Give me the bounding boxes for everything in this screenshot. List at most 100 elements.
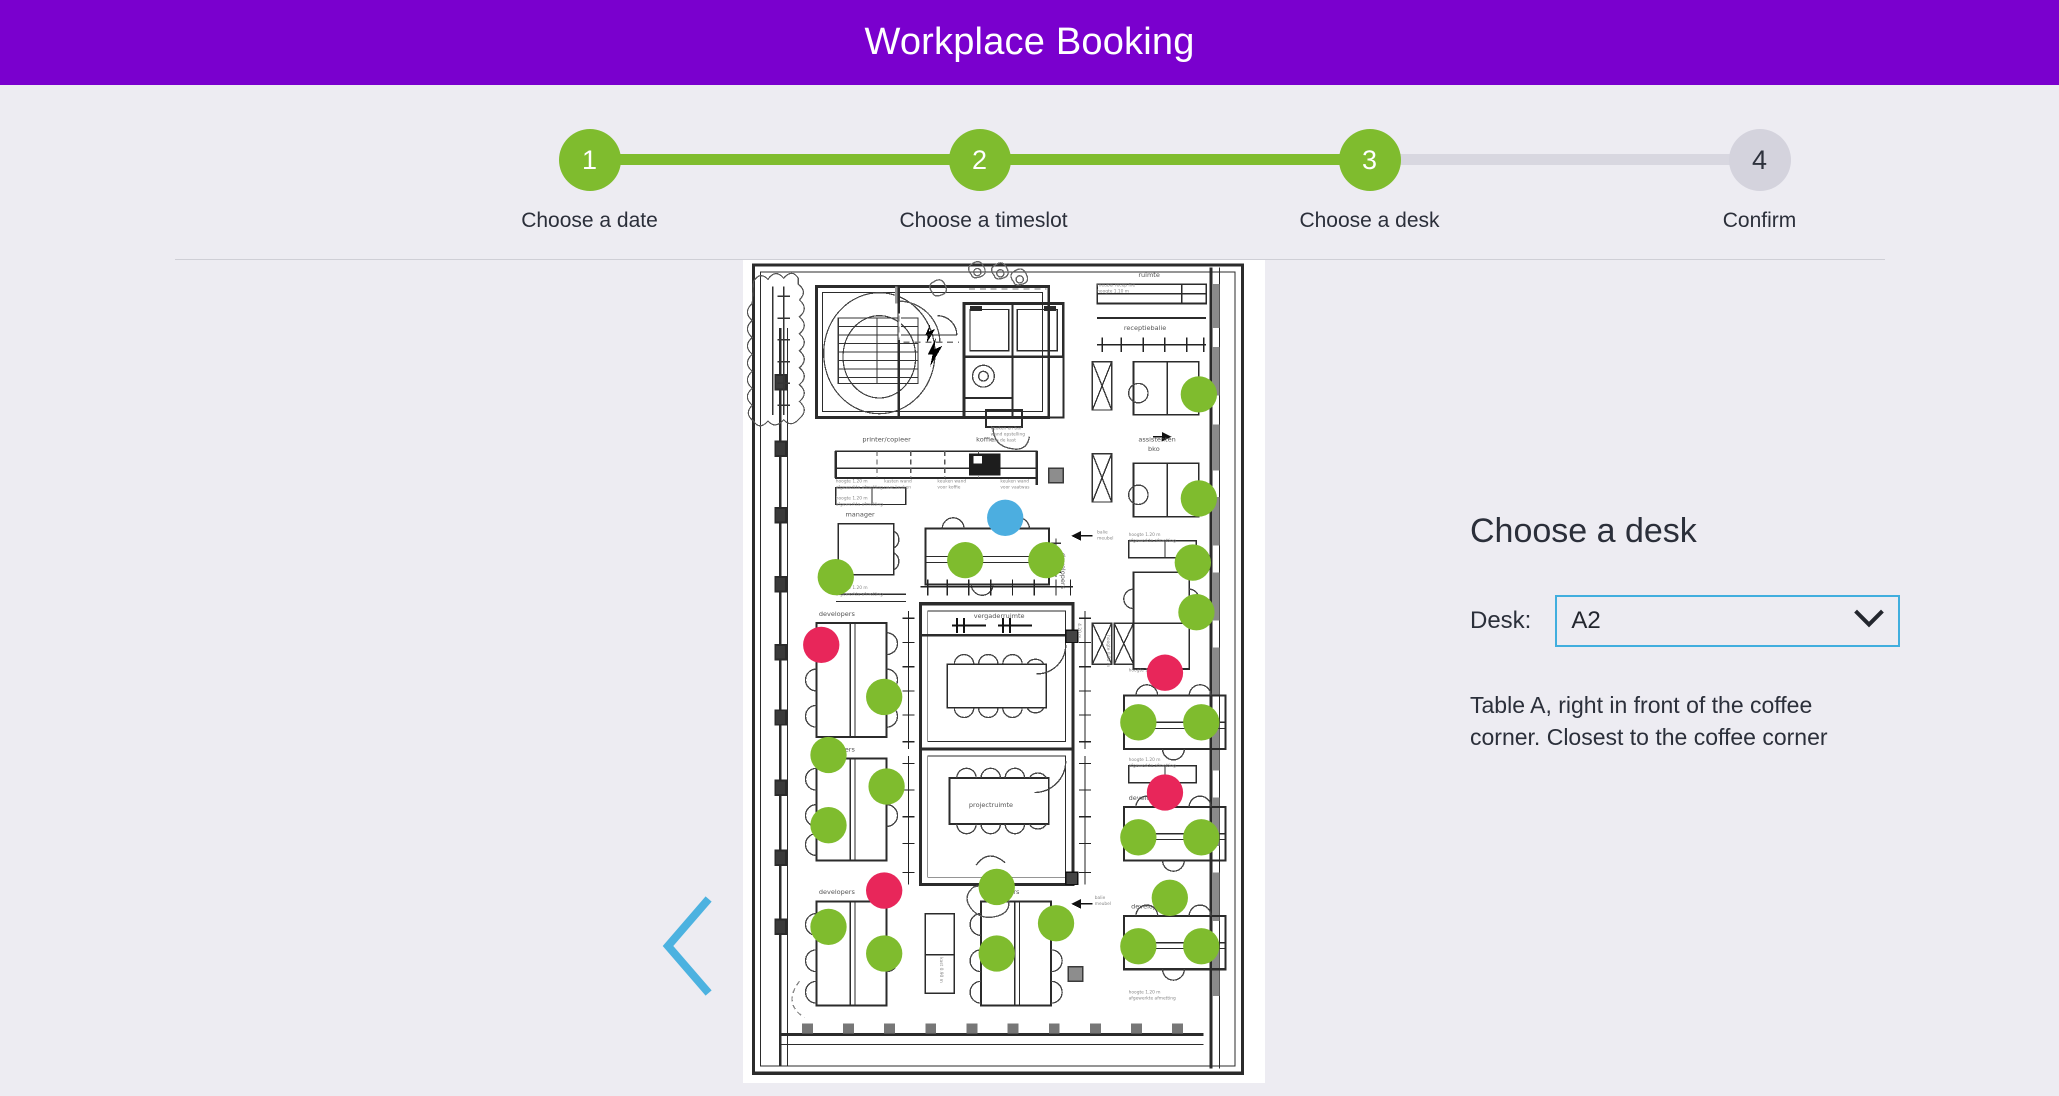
svg-text:vergaderruimte: vergaderruimte xyxy=(974,612,1025,620)
desk-marker-H1[interactable] xyxy=(978,868,1015,906)
desk-marker-G3[interactable] xyxy=(866,935,903,972)
progress-stepper: 1 Choose a date 2 Choose a timeslot 3 Ch… xyxy=(410,129,1796,249)
desk-select[interactable]: A2 xyxy=(1555,595,1901,647)
svg-text:wand opstelling: wand opstelling xyxy=(991,431,1026,437)
stepper-step-4-number: 4 xyxy=(1728,129,1791,191)
stepper-step-2[interactable]: 2 Choose a timeslot xyxy=(899,129,1068,233)
svg-text:meubel: meubel xyxy=(1097,536,1113,542)
svg-text:afgewerkte afmetting: afgewerkte afmetting xyxy=(1129,538,1176,544)
stepper-step-1-label: Choose a date xyxy=(521,209,658,232)
desk-marker-J3[interactable] xyxy=(1183,928,1220,965)
desk-description: Table A, right in front of the coffee co… xyxy=(1470,692,1828,750)
desk-marker-F3[interactable] xyxy=(1183,819,1220,856)
svg-text:receptiebalie: receptiebalie xyxy=(1124,324,1166,332)
svg-text:projectruimte: projectruimte xyxy=(969,801,1013,809)
desk-marker-F1[interactable] xyxy=(1146,774,1184,811)
svg-text:assistenten: assistenten xyxy=(1138,436,1175,444)
stepper-step-2-number: 2 xyxy=(948,129,1011,191)
svg-text:hoogte 1.20 m: hoogte 1.20 m xyxy=(836,496,868,502)
stepper-step-3-number: 3 xyxy=(1338,129,1401,191)
svg-text:afgewerkte afmetting: afgewerkte afmetting xyxy=(1129,763,1176,769)
desk-marker-H2[interactable] xyxy=(1037,905,1075,942)
svg-text:keuken wand: keuken wand xyxy=(1000,479,1029,485)
desk-marker-G1[interactable] xyxy=(866,872,903,909)
svg-text:developers: developers xyxy=(819,610,856,618)
panel-heading: Choose a desk xyxy=(1470,512,1697,550)
page-title: Workplace Booking xyxy=(864,21,1195,63)
svg-text:printer/copieer: printer/copieer xyxy=(862,436,911,444)
svg-text:meubel: meubel xyxy=(1095,901,1111,907)
svg-text:naar keuken: naar keuken xyxy=(884,485,911,491)
svg-text:balie: balie xyxy=(1095,895,1106,901)
desk-marker-M1[interactable] xyxy=(817,558,854,596)
desk-markers[interactable] xyxy=(803,376,1220,972)
stepper-step-4[interactable]: 4 Confirm xyxy=(1680,129,1840,233)
floorplan-map[interactable]: printer/copieer koffie ruimte receptieba… xyxy=(743,260,1265,1083)
stepper-step-2-label: Choose a timeslot xyxy=(899,209,1068,232)
desk-marker-B1[interactable] xyxy=(1180,376,1218,413)
app-header: Workplace Booking xyxy=(0,0,2059,85)
desk-marker-C1[interactable] xyxy=(1174,544,1211,581)
stepper-connector-2-3 xyxy=(979,154,1400,165)
desk-marker-A3[interactable] xyxy=(1028,541,1065,579)
svg-text:voor koffie: voor koffie xyxy=(937,485,960,491)
stepper-step-1[interactable]: 1 Choose a date xyxy=(510,129,670,233)
desk-marker-E1[interactable] xyxy=(810,736,847,774)
svg-text:balie: balie xyxy=(1097,530,1108,536)
svg-text:hoogte 1.20 m: hoogte 1.20 m xyxy=(1129,757,1161,763)
previous-step-button[interactable] xyxy=(660,896,716,996)
svg-text:voor vaatwas: voor vaatwas xyxy=(1000,485,1030,491)
svg-text:afgewerkte afmetting: afgewerkte afmetting xyxy=(836,485,883,491)
svg-text:afgewerkte afmetting: afgewerkte afmetting xyxy=(836,502,883,508)
desk-marker-D1[interactable] xyxy=(803,626,840,664)
chevron-left-icon xyxy=(662,896,712,996)
desk-marker-E2[interactable] xyxy=(868,768,905,805)
svg-text:bko: bko xyxy=(1148,445,1160,453)
main-content: printer/copieer koffie ruimte receptieba… xyxy=(0,260,2059,1095)
desk-marker-F2[interactable] xyxy=(1120,819,1157,856)
svg-text:meubel recep file: meubel recep file xyxy=(1097,283,1135,289)
svg-text:keuken wand: keuken wand xyxy=(937,479,966,485)
floorplan-drawing: printer/copieer koffie ruimte receptieba… xyxy=(746,261,1245,1075)
desk-marker-C4[interactable] xyxy=(1120,704,1157,741)
desk-selection-panel: Choose a desk Desk: A2 Table A, right in… xyxy=(1470,512,2010,753)
desk-marker-C2[interactable] xyxy=(1178,594,1215,631)
desk-select-value: A2 xyxy=(1571,607,1601,634)
desk-marker-C3[interactable] xyxy=(1146,654,1184,691)
desk-marker-A2[interactable] xyxy=(987,499,1024,536)
svg-text:hoogte 1.20 m: hoogte 1.20 m xyxy=(1129,532,1161,538)
floorplan-label-group: printer/copieer koffie ruimte receptieba… xyxy=(819,271,1176,911)
desk-marker-G2[interactable] xyxy=(810,908,847,946)
desk-marker-J2[interactable] xyxy=(1120,928,1157,965)
svg-text:afgewerkte afmetting: afgewerkte afmetting xyxy=(1129,995,1176,1001)
stepper-step-1-number: 1 xyxy=(558,129,621,191)
stepper-connector-1-2 xyxy=(589,154,1010,165)
desk-marker-D2[interactable] xyxy=(866,678,903,716)
svg-text:hoogte 1.10 m: hoogte 1.10 m xyxy=(1097,289,1129,295)
svg-text:hoogte 1.20 m: hoogte 1.20 m xyxy=(1129,989,1161,995)
svg-text:developers: developers xyxy=(819,888,856,896)
chevron-down-icon xyxy=(1854,609,1885,634)
desk-select-label: Desk: xyxy=(1470,607,1532,634)
svg-text:hoogte 1.20 m: hoogte 1.20 m xyxy=(836,479,868,485)
desk-marker-E3[interactable] xyxy=(810,807,847,844)
svg-text:hoogte 0.80 m: hoogte 0.80 m xyxy=(1105,635,1111,667)
stepper-step-3-label: Choose a desk xyxy=(1299,209,1440,232)
svg-text:van de kast: van de kast xyxy=(991,438,1017,444)
desk-marker-A1[interactable] xyxy=(947,541,984,579)
stepper-connector-3-4 xyxy=(1369,154,1790,165)
stepper-step-3[interactable]: 3 Choose a desk xyxy=(1290,129,1450,233)
desk-marker-J1[interactable] xyxy=(1151,879,1188,916)
svg-text:kasten wand: kasten wand xyxy=(884,479,912,485)
desk-marker-H3[interactable] xyxy=(978,935,1015,972)
svg-text:keuken en bar: keuken en bar xyxy=(991,425,1022,431)
stepper-section: 1 Choose a date 2 Choose a timeslot 3 Ch… xyxy=(0,85,2059,260)
svg-text:manager: manager xyxy=(845,511,875,519)
desk-select-row: Desk: A2 xyxy=(1470,595,2010,647)
desk-marker-B2[interactable] xyxy=(1180,480,1218,517)
desk-marker-C5[interactable] xyxy=(1183,704,1220,741)
stepper-step-4-label: Confirm xyxy=(1722,209,1797,232)
svg-text:kast 0.90 m: kast 0.90 m xyxy=(938,957,944,983)
svg-text:4.20 m: 4.20 m xyxy=(1076,623,1082,638)
svg-text:ruimte: ruimte xyxy=(1138,271,1160,279)
